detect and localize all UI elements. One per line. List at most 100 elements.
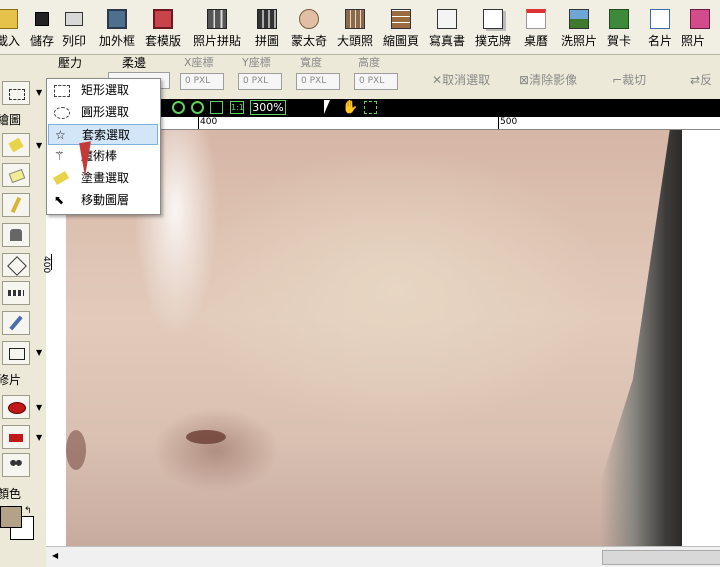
gradient-icon	[8, 290, 24, 296]
toolbar-puzzle-button[interactable]: 拼圖	[250, 2, 284, 52]
toolbar-frame-button[interactable]: 加外框	[94, 2, 140, 52]
toolbar-business-card-button[interactable]: 名片	[640, 2, 680, 52]
retouch-tool-button[interactable]	[2, 425, 30, 449]
zoom-out-icon[interactable]	[191, 101, 204, 114]
ruler-x-label: 400	[198, 117, 218, 129]
toolbar-greeting-card-button[interactable]: 賀卡	[602, 2, 636, 52]
toolbar-print-photo-button[interactable]: 洗照片	[556, 2, 602, 52]
toolbar-save-button[interactable]: 儲存	[26, 2, 58, 52]
toolbar-thumbnail-page-button[interactable]: 縮圖頁	[378, 2, 424, 52]
photo-icon	[690, 9, 710, 29]
invert-button[interactable]: ⇄反	[690, 73, 712, 87]
red-eye-dropdown[interactable]: ▼	[36, 403, 42, 412]
color-section-label: 顏色	[0, 487, 22, 501]
menu-item-rect-select[interactable]: 矩形選取	[48, 80, 158, 101]
pressure-label: 壓力	[58, 56, 83, 70]
photo-book-icon	[437, 9, 457, 29]
select-tool-button[interactable]	[2, 81, 30, 105]
zoom-in-icon[interactable]	[172, 101, 185, 114]
clear-icon: ⊠	[519, 73, 530, 87]
select-tool-dropdown[interactable]: ▼	[36, 88, 42, 97]
fit-window-icon[interactable]	[210, 101, 223, 114]
actual-size-icon[interactable]: 1:1	[230, 101, 244, 114]
red-eye-tool-button[interactable]	[2, 395, 30, 419]
brush-icon	[8, 137, 24, 153]
toolbar-photo-button[interactable]: 照片	[680, 2, 720, 52]
main-toolbar: 載入 儲存 列印 加外框 套模版 照片拼貼 拼圖 蒙太奇 大頭照 縮圖頁 寫真書	[0, 0, 720, 55]
toolbar-collage-button[interactable]: 照片拼貼	[186, 2, 248, 52]
retouch-icon	[9, 434, 23, 442]
cancel-selection-button[interactable]: ✕取消選取	[432, 73, 490, 87]
stamp-icon	[10, 229, 22, 241]
shape-tool-dropdown[interactable]: ▼	[36, 348, 42, 357]
gradient-tool-button[interactable]	[2, 281, 30, 305]
ruler-x-label: 500	[498, 117, 518, 129]
menu-item-lasso-select[interactable]: ☆ 套索選取	[48, 124, 158, 145]
y-coord-input[interactable]: 0 PXL	[238, 73, 282, 90]
brush-tool-dropdown[interactable]: ▼	[36, 141, 42, 150]
toolbar-montage-button[interactable]: 蒙太奇	[286, 2, 332, 52]
height-label: 高度	[358, 56, 380, 69]
crop-icon: ⌐	[612, 73, 623, 87]
menu-item-brush-select[interactable]: 塗畫選取	[48, 168, 158, 189]
frame-icon	[107, 9, 127, 29]
pointer-icon[interactable]	[324, 100, 330, 114]
select-dropdown-menu: 矩形選取 圓形選取 ☆ 套索選取 ⚚ 魔術棒 塗畫選取 ⬉ 移動圖層	[46, 78, 161, 215]
select-area-icon[interactable]	[364, 101, 377, 114]
x-coord-label: X座標	[184, 56, 214, 69]
zoom-level[interactable]: 300%	[250, 100, 286, 115]
eraser-tool-button[interactable]	[2, 163, 30, 187]
people-tool-button[interactable]	[2, 453, 30, 477]
save-icon	[35, 12, 49, 26]
toolbar-id-photo-button[interactable]: 大頭照	[332, 2, 378, 52]
lasso-select-icon: ☆	[55, 128, 66, 142]
id-photo-icon	[345, 9, 365, 29]
height-input[interactable]: 0 PXL	[354, 73, 398, 90]
paint-bucket-icon	[7, 256, 27, 276]
puzzle-icon	[257, 9, 277, 29]
toolbar-template-button[interactable]: 套模版	[140, 2, 186, 52]
toolbar-open-button[interactable]: 載入	[0, 2, 26, 52]
y-coord-label: Y座標	[242, 56, 271, 69]
eyedropper-icon	[9, 315, 23, 331]
brush-tool-button[interactable]	[2, 133, 30, 157]
toolbar-desk-calendar-button[interactable]: 桌曆	[516, 2, 556, 52]
width-label: 寬度	[300, 56, 322, 69]
tool-panel: ▼ 繪圖 ▼ ▼ 修片 ▼ ▼ 顏色 ↰	[0, 55, 46, 566]
shape-tool-button[interactable]	[2, 341, 30, 365]
people-icon	[9, 459, 23, 472]
print-icon	[65, 12, 83, 26]
width-input[interactable]: 0 PXL	[296, 73, 340, 90]
foreground-color-swatch[interactable]	[0, 506, 22, 528]
photo-section-label: 修片	[0, 373, 22, 387]
fill-tool-button[interactable]	[2, 253, 30, 277]
hand-icon[interactable]: ✋	[342, 100, 358, 115]
toolbar-print-button[interactable]: 列印	[58, 2, 90, 52]
horizontal-scrollbar[interactable]: ◀	[46, 546, 720, 567]
canvas-margin	[682, 130, 720, 546]
pencil-tool-button[interactable]	[2, 193, 30, 217]
open-icon	[0, 9, 18, 29]
thumbnail-page-icon	[391, 9, 411, 29]
stamp-tool-button[interactable]	[2, 223, 30, 247]
desk-calendar-icon	[526, 9, 546, 29]
scroll-left-icon[interactable]: ◀	[52, 551, 58, 560]
toolbar-poker-card-button[interactable]: 撲克牌	[470, 2, 516, 52]
poker-card-icon	[483, 9, 503, 29]
toolbar-photo-book-button[interactable]: 寫真書	[424, 2, 470, 52]
scroll-thumb[interactable]	[602, 550, 720, 565]
eye-icon	[8, 402, 26, 414]
menu-item-move-layer[interactable]: ⬉ 移動圖層	[48, 190, 158, 211]
print-photo-icon	[569, 9, 589, 29]
ellipse-select-icon	[54, 107, 70, 119]
swap-colors-icon[interactable]: ↰	[24, 504, 32, 518]
menu-item-magic-wand[interactable]: ⚚ 魔術棒	[48, 146, 158, 167]
menu-item-ellipse-select[interactable]: 圓形選取	[48, 102, 158, 123]
draw-section-label: 繪圖	[0, 113, 22, 127]
eyedropper-tool-button[interactable]	[2, 311, 30, 335]
pencil-icon	[10, 196, 22, 214]
crop-button[interactable]: ⌐裁切	[612, 73, 646, 87]
clear-image-button[interactable]: ⊠清除影像	[519, 73, 577, 87]
retouch-dropdown[interactable]: ▼	[36, 433, 42, 442]
x-coord-input[interactable]: 0 PXL	[180, 73, 224, 90]
